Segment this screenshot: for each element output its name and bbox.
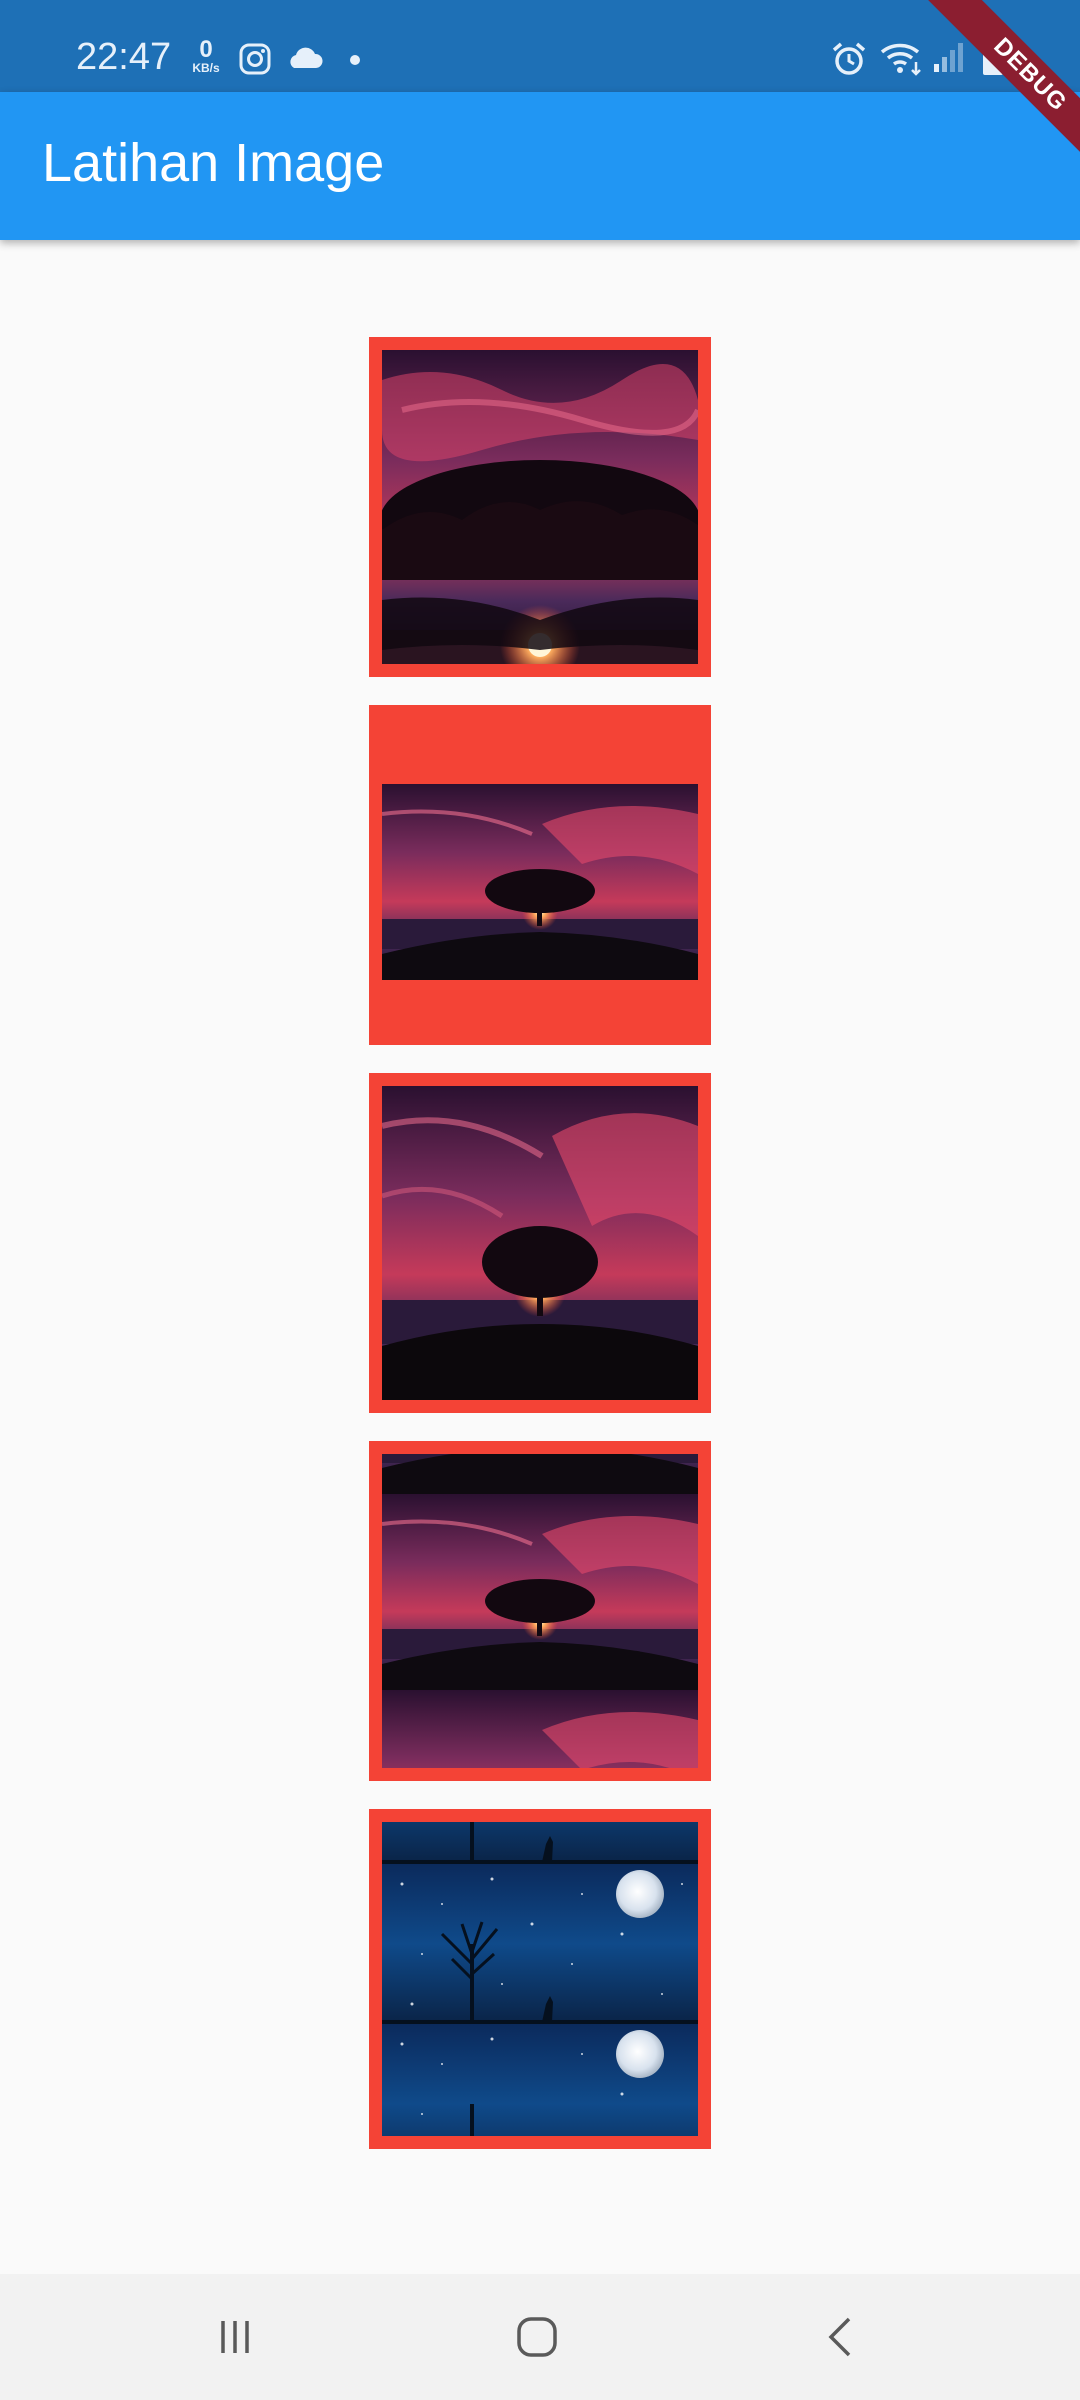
instagram-icon (238, 42, 272, 81)
network-speed: 0 KB/s (186, 36, 226, 75)
cloud-icon (286, 46, 324, 75)
navigation-bar (0, 2274, 1080, 2400)
status-time: 22:47 (76, 36, 172, 78)
night-moon-image-repeat (382, 1822, 698, 2136)
app-bar-title: Latihan Image (42, 133, 385, 193)
image-box-3 (369, 1073, 711, 1413)
app-bar: Latihan Image (0, 92, 1080, 240)
sunset-tree-image-repeat (382, 1454, 698, 1768)
status-bar: 22:47 0 KB/s (0, 0, 1080, 92)
network-speed-unit: KB/s (192, 61, 220, 75)
network-speed-value: 0 (199, 36, 213, 63)
image-box-5 (369, 1809, 711, 2149)
recent-apps-icon (221, 2321, 249, 2353)
image-box-1 (369, 337, 711, 677)
sunset-tree-image-contain (382, 718, 698, 1032)
back-icon (828, 2317, 851, 2357)
wifi-icon (880, 40, 924, 81)
home-button[interactable] (457, 2274, 617, 2400)
home-icon (517, 2317, 557, 2357)
signal-icon (932, 40, 966, 79)
alarm-icon (830, 40, 868, 83)
dot-icon (350, 55, 360, 65)
image-box-4 (369, 1441, 711, 1781)
sunset-tree-image-fill (382, 350, 698, 664)
sunset-tree-image-cover (382, 1086, 698, 1400)
back-button[interactable] (760, 2274, 920, 2400)
image-box-2 (369, 705, 711, 1045)
recent-apps-button[interactable] (155, 2274, 315, 2400)
